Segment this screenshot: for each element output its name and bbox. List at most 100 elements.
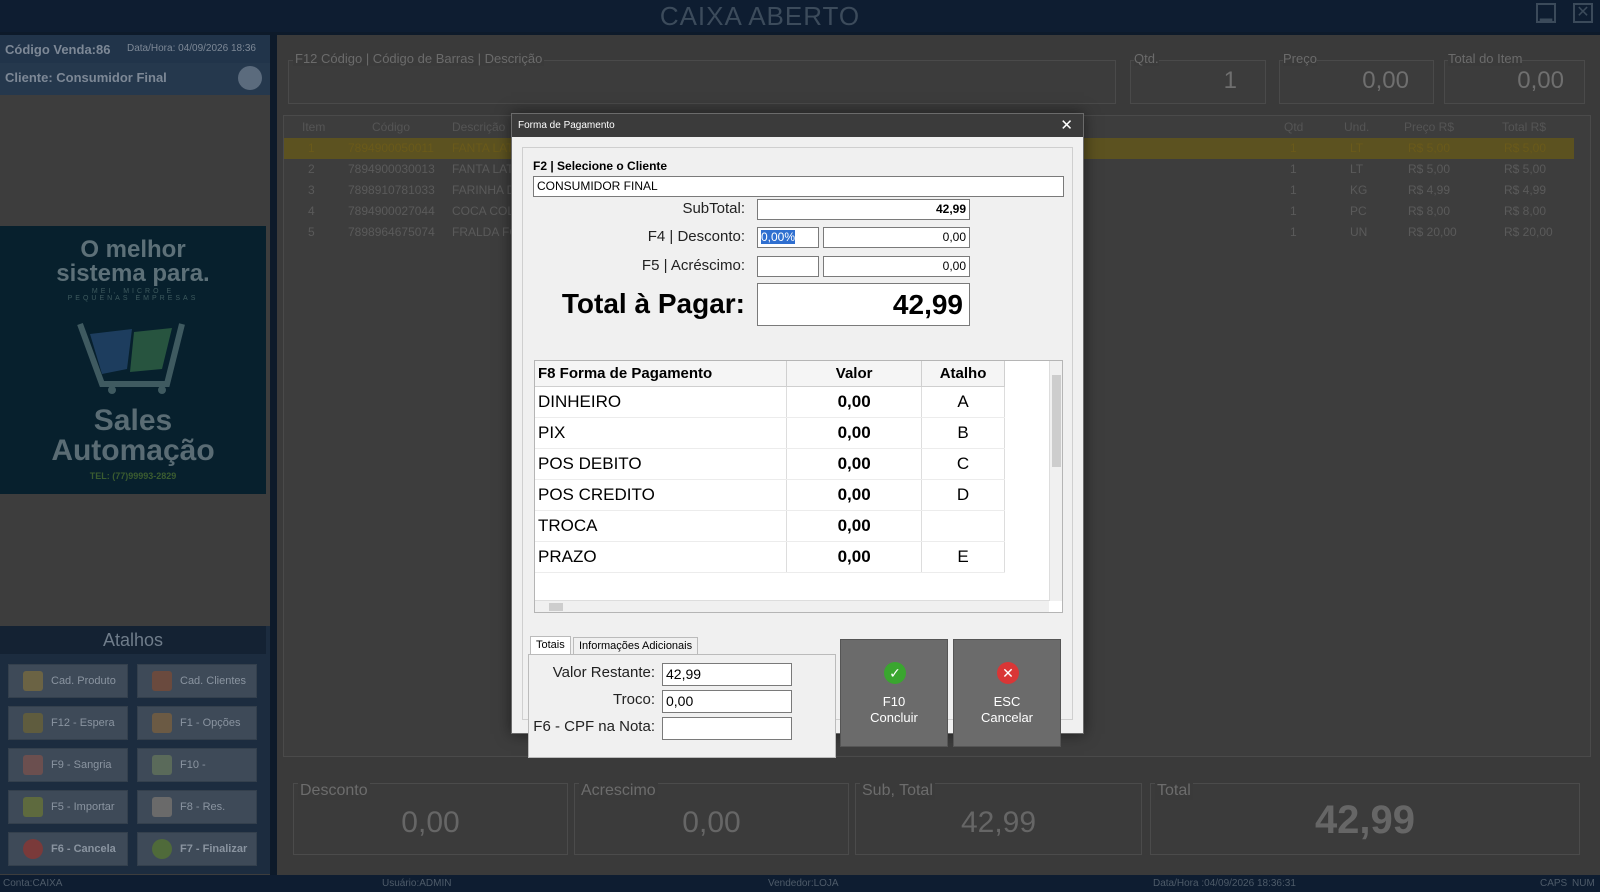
payment-row[interactable]: PRAZO 0,00 E [535,541,1005,573]
dialog-titlebar: Forma de Pagamento ✕ [512,114,1083,137]
product-search-label: F12 Código | Código de Barras | Descriçã… [293,51,545,66]
sale-client: Cliente: Consumidor Final [5,70,167,85]
status-num: NUM [1572,878,1595,889]
discount-percent-field[interactable]: 0,00% [757,227,819,248]
status-vendedor: Vendedor:LOJA [768,878,839,889]
payment-row[interactable]: TROCA 0,00 [535,510,1005,542]
col-payment-method[interactable]: F8 Forma de Pagamento [535,361,788,387]
remaining-label: Valor Restante: [552,664,655,681]
payment-row[interactable]: POS CREDITO 0,00 D [535,479,1005,511]
change-label: Troco: [613,691,655,708]
payment-dialog: Forma de Pagamento ✕ F2 | Selecione o Cl… [511,113,1084,758]
shortcut-espera[interactable]: F12 - Espera [8,706,128,740]
item-total-field[interactable]: 0,00 [1444,60,1585,104]
cancel-icon [23,839,43,859]
payment-row[interactable]: PIX 0,00 B [535,417,1005,449]
grand-total-value: 42,99 [1314,798,1416,842]
discount-total-box: Desconto 0,00 [293,782,568,855]
change-field[interactable]: 0,00 [662,690,792,713]
shortcut-res-caixa[interactable]: F8 - Res. Caixa [137,790,257,845]
client-select-input[interactable]: CONSUMIDOR FINAL [533,176,1064,197]
dialog-close-icon[interactable]: ✕ [1060,114,1073,137]
discount-total: 0,00 [401,806,460,839]
discount-label: F4 | Desconto: [647,228,745,245]
discount-value-field[interactable]: 0,00 [823,227,970,248]
promo-banner: O melhor sistema para. MEI, MICRO E PEQUEN… [0,226,266,494]
sale-info: Código Venda:86 Data/Hora: 04/09/2026 18… [0,35,270,95]
product-search-input[interactable] [288,60,1116,104]
close-window-button[interactable]: ✕ [1573,3,1593,23]
price-field[interactable]: 0,00 [1279,60,1434,104]
tab-totais[interactable]: Totais [530,636,571,655]
shortcut-sangria[interactable]: F9 - Sangria [8,748,128,782]
col-desc[interactable]: Descrição [452,116,505,138]
shortcut-importar[interactable]: F5 - Importar [8,790,128,824]
document-add-icon [152,755,172,775]
shortcut-suprimento[interactable]: F10 - Suprimento [137,748,257,803]
col-item[interactable]: Item [302,116,325,138]
subtotal-label: SubTotal: [682,200,745,217]
qty-field[interactable]: 1 [1130,60,1266,104]
grand-total-box: Total 42,99 [1150,782,1580,855]
col-unit[interactable]: Und. [1344,116,1369,138]
document-remove-icon [23,755,43,775]
status-datahora: Data/Hora :04/09/2026 18:36:31 [1153,878,1296,889]
sale-code: Código Venda:86 [5,42,111,57]
totals-tab-panel: Valor Restante: 42,99 Troco: 0,00 F6 - C… [528,654,836,758]
item-total-label: Total do Item [1448,51,1523,66]
options-icon [152,713,172,733]
total-to-pay-field: 42,99 [757,283,970,326]
surcharge-value-field[interactable]: 0,00 [823,256,970,277]
payment-row[interactable]: DINHEIRO 0,00 A [535,386,1005,418]
shortcut-cad-clientes[interactable]: Cad. Clientes [137,664,257,698]
shortcut-finalizar[interactable]: F7 - Finalizar [137,832,257,866]
surcharge-total: 0,00 [682,806,741,839]
title-bar: CAIXA ABERTO ▁ ✕ [0,0,1600,32]
cpf-field[interactable] [662,717,792,740]
surcharge-percent-field[interactable] [757,256,819,277]
payment-methods-table: F8 Forma de Pagamento Valor Atalho DINHE… [534,360,1063,613]
shortcuts-panel: Atalhos Cad. Produto Cad. Clientes F12 -… [0,626,270,874]
col-code[interactable]: Código [372,116,410,138]
client-select-label: F2 | Selecione o Cliente [533,159,668,173]
promo-line1: O melhor sistema para. [56,236,210,287]
subtotal-value: 42,99 [960,806,1037,839]
dialog-title: Forma de Pagamento [518,120,615,131]
cart-logo-icon [77,322,185,394]
col-payment-shortcut[interactable]: Atalho [921,361,1005,387]
horizontal-scrollbar[interactable] [535,600,1049,612]
confirm-button[interactable]: ✓ F10 Concluir [840,639,948,747]
promo-phone: TEL: (77)99993-2829 [89,471,177,481]
subtotal-box: Sub, Total 42,99 [855,782,1142,855]
window-title: CAIXA ABERTO [659,1,861,31]
close-icon: ✕ [997,662,1019,684]
shortcut-cancela[interactable]: F6 - Cancela [8,832,128,866]
price-label: Preço [1283,51,1317,66]
payment-row[interactable]: POS DEBITO 0,00 C [535,448,1005,480]
vertical-scrollbar[interactable] [1049,361,1062,601]
dialog-body: F2 | Selecione o Cliente CONSUMIDOR FINA… [522,147,1073,758]
bottles-icon [23,713,43,733]
shortcut-opcoes[interactable]: F1 - Opções [137,706,257,740]
import-icon [23,797,43,817]
minimize-button[interactable]: ▁ [1536,3,1556,23]
subtotal-field[interactable]: 42,99 [757,199,970,220]
status-conta: Conta:CAIXA [3,878,63,889]
shortcut-cad-produto[interactable]: Cad. Produto [8,664,128,698]
remaining-field[interactable]: 42,99 [662,663,792,686]
col-total[interactable]: Total R$ [1502,116,1546,138]
client-avatar-icon[interactable] [238,66,262,90]
surcharge-total-box: Acrescimo 0,00 [574,782,849,855]
check-icon [152,839,172,859]
col-payment-value[interactable]: Valor [786,361,923,387]
promo-brand: Sales Automação [51,404,215,467]
check-icon: ✓ [884,662,906,684]
cancel-button[interactable]: ✕ ESC Cancelar [953,639,1061,747]
status-caps: CAPS [1540,878,1568,889]
promo-subtitle: MEI, MICRO E PEQUENAS EMPRESAS [67,288,199,302]
shortcuts-title: Atalhos [0,626,266,654]
box-icon [23,671,43,691]
col-price[interactable]: Preço R$ [1404,116,1454,138]
col-qty[interactable]: Qtd [1284,116,1303,138]
clipboard-check-icon [152,797,172,817]
